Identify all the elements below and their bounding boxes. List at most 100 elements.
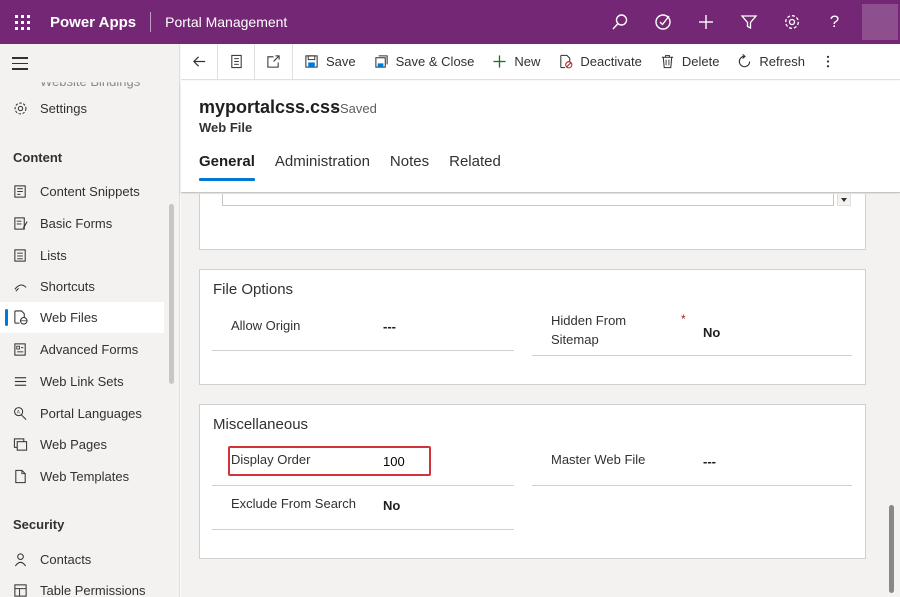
more-commands-button[interactable] (814, 44, 849, 80)
document-icon (230, 54, 242, 69)
field-divider (212, 350, 514, 351)
field-divider (212, 485, 514, 486)
open-new-window-button[interactable] (255, 43, 293, 80)
exclude-from-search-label: Exclude From Search (231, 496, 356, 511)
sidebar-item-web-files[interactable]: Web Files (0, 302, 164, 333)
required-indicator: * (681, 312, 686, 326)
pop-out-icon (267, 55, 280, 68)
sidebar-scrollbar[interactable] (169, 204, 174, 384)
save-close-icon (375, 55, 388, 68)
record-set-button[interactable] (218, 43, 255, 80)
delete-button[interactable]: Delete (651, 44, 729, 80)
sidebar-item-web-templates[interactable]: Web Templates (0, 461, 164, 492)
previous-section (199, 194, 866, 250)
sidebar-item-label: Content Snippets (40, 184, 140, 199)
settings-icon[interactable] (770, 0, 813, 44)
permission-icon (0, 583, 40, 597)
tab-administration[interactable]: Administration (275, 153, 370, 181)
contact-icon (0, 552, 40, 567)
refresh-label: Refresh (759, 54, 805, 69)
save-and-close-button[interactable]: Save & Close (365, 44, 484, 80)
add-icon[interactable] (684, 0, 727, 44)
deactivate-label: Deactivate (580, 54, 642, 69)
list-icon (0, 248, 40, 263)
caret-down-icon (841, 197, 847, 202)
new-label: New (514, 54, 541, 69)
language-icon: A (0, 406, 40, 421)
advanced-form-icon (0, 342, 40, 357)
filter-icon[interactable] (727, 0, 770, 44)
template-icon (0, 469, 40, 484)
sidebar-item-label: Web Files (40, 310, 98, 325)
sidebar-item-shortcuts[interactable]: Shortcuts (0, 271, 164, 302)
sidebar-item-lists[interactable]: Lists (0, 240, 164, 271)
record-header: myportalcss.css - Saved Web File General… (181, 81, 900, 193)
hidden-label-line-1: Hidden From (551, 313, 627, 328)
help-icon[interactable]: ? (813, 0, 856, 44)
sidebar-item-web-pages[interactable]: Web Pages (0, 429, 164, 460)
record-title: myportalcss.css (199, 97, 341, 117)
form-icon (0, 216, 40, 231)
shortcut-icon (0, 279, 40, 294)
hidden-label-line-2: Sitemap (551, 332, 599, 347)
app-launcher-icon[interactable] (0, 0, 44, 44)
tab-related[interactable]: Related (449, 153, 501, 181)
sidebar-item-label: Lists (40, 248, 67, 263)
allow-origin-value[interactable]: --- (383, 319, 396, 334)
sidebar-item-portal-languages[interactable]: A Portal Languages (0, 398, 164, 429)
web-page-icon (0, 437, 40, 452)
sidebar-item-table-permissions[interactable]: Table Permissions (0, 575, 164, 597)
sidebar-item-label: Contacts (40, 552, 92, 567)
topbar-divider (150, 12, 152, 32)
snippet-icon (0, 184, 40, 199)
master-web-file-label: Master Web File (551, 452, 646, 467)
sidebar-item-label: Web Templates (40, 469, 130, 484)
sidebar-item-website-bindings[interactable]: Website Bindings (40, 82, 140, 89)
hidden-from-sitemap-value[interactable]: No (703, 325, 720, 340)
exclude-from-search-value[interactable]: No (383, 498, 400, 513)
search-icon[interactable] (598, 0, 641, 44)
hidden-from-sitemap-label: Hidden From Sitemap (551, 311, 626, 349)
assistant-icon[interactable] (641, 0, 684, 44)
hamburger-menu-icon[interactable] (12, 57, 28, 74)
sidebar-item-label: Web Pages (40, 437, 107, 452)
field-divider (532, 355, 852, 356)
svg-text:A: A (16, 410, 20, 416)
environment-name[interactable]: Portal Management (165, 14, 287, 30)
sidebar-item-basic-forms[interactable]: Basic Forms (0, 208, 164, 239)
form-body: File Options Allow Origin --- Hidden Fro… (181, 194, 900, 597)
save-label: Save (326, 54, 356, 69)
master-web-file-value[interactable]: --- (703, 454, 716, 469)
sidebar-item-contacts[interactable]: Contacts (0, 544, 164, 575)
plus-icon (493, 55, 506, 68)
app-name[interactable]: Power Apps (50, 14, 136, 31)
content-textarea[interactable] (222, 194, 834, 206)
avatar[interactable] (862, 4, 898, 40)
new-button[interactable]: New (483, 44, 549, 80)
deactivate-button[interactable]: Deactivate (549, 44, 650, 80)
sidebar-group-security: Security (13, 517, 65, 532)
back-button[interactable] (181, 43, 218, 80)
sidebar-item-settings[interactable]: Settings (0, 93, 164, 124)
display-order-highlight (228, 446, 431, 476)
sitemap-sidebar: Website Bindings Settings Content Conten… (0, 44, 180, 597)
tab-general[interactable]: General (199, 153, 255, 181)
sidebar-item-content-snippets[interactable]: Content Snippets (0, 176, 164, 207)
back-arrow-icon (192, 56, 205, 67)
sidebar-item-advanced-forms[interactable]: Advanced Forms (0, 334, 164, 365)
section-file-options: File Options Allow Origin --- Hidden Fro… (199, 269, 866, 385)
sidebar-item-web-link-sets[interactable]: Web Link Sets (0, 366, 164, 397)
form-scrollbar[interactable] (889, 505, 894, 593)
link-set-icon (0, 374, 40, 389)
refresh-icon (739, 54, 751, 68)
field-divider (532, 485, 852, 486)
sidebar-group-content: Content (13, 150, 63, 165)
textarea-scroll-down[interactable] (837, 194, 851, 206)
form-tabs: General Administration Notes Related (199, 153, 521, 181)
delete-label: Delete (681, 54, 720, 69)
tab-notes[interactable]: Notes (390, 153, 429, 181)
save-button[interactable]: Save (295, 44, 365, 80)
deactivate-icon (560, 54, 573, 69)
refresh-button[interactable]: Refresh (728, 44, 814, 80)
top-bar: Power Apps Portal Management ? (0, 0, 900, 44)
